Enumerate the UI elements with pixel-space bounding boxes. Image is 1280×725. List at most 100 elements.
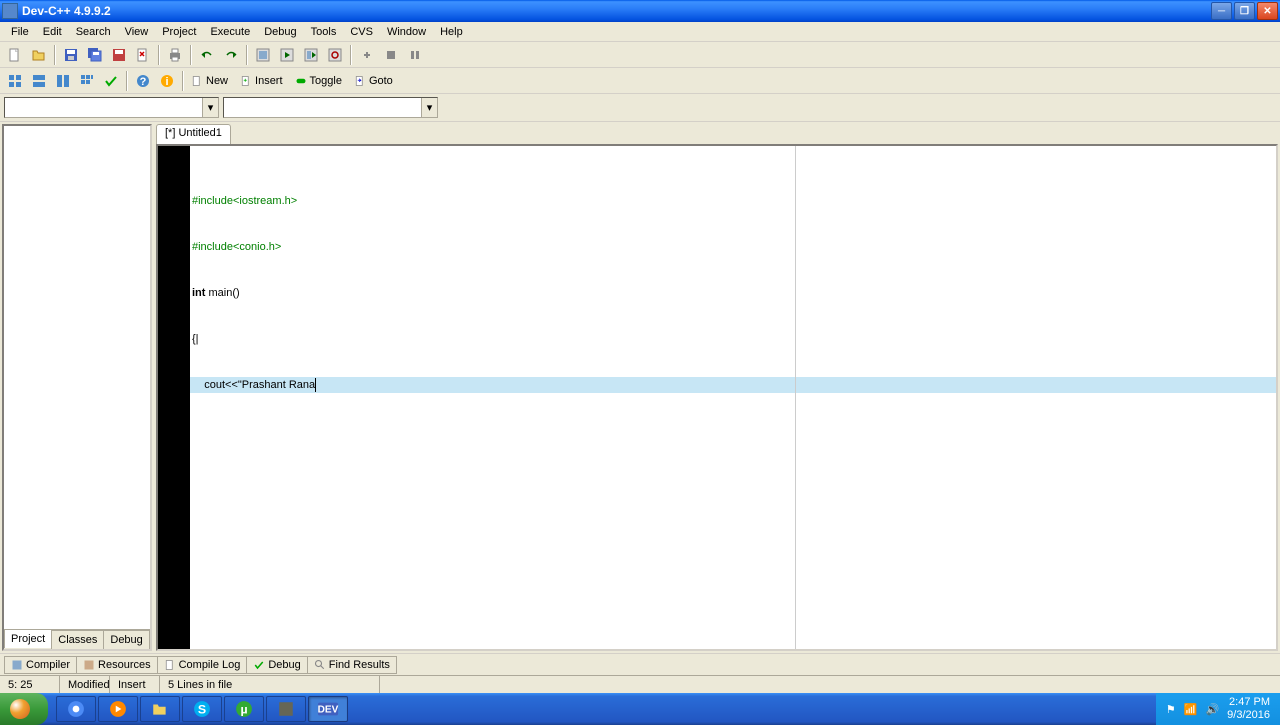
close-file-button[interactable] — [132, 44, 154, 66]
editor-panel: [*] Untitled1 #include<iostream.h> #incl… — [156, 124, 1278, 651]
app-icon — [2, 3, 18, 19]
code-main: main() — [205, 287, 239, 299]
task-explorer[interactable] — [140, 696, 180, 722]
svg-text:?: ? — [140, 76, 147, 88]
menu-cvs[interactable]: CVS — [343, 24, 380, 40]
task-devcpp[interactable]: DEV — [308, 696, 348, 722]
grid4-button[interactable] — [76, 70, 98, 92]
start-button[interactable] — [0, 693, 48, 725]
tab-resources[interactable]: Resources — [76, 656, 158, 674]
compile-button[interactable] — [252, 44, 274, 66]
menu-execute[interactable]: Execute — [203, 24, 257, 40]
maximize-button[interactable]: ❐ — [1234, 2, 1255, 20]
tab-compile-log[interactable]: Compile Log — [157, 656, 248, 674]
grid3-button[interactable] — [52, 70, 74, 92]
combo-class[interactable]: ▾ — [4, 97, 219, 118]
window-title: Dev-C++ 4.9.9.2 — [22, 4, 1211, 18]
tray-network-icon[interactable]: 📶 — [1184, 703, 1198, 716]
grid2-button[interactable] — [28, 70, 50, 92]
about-button[interactable]: i — [156, 70, 178, 92]
left-panel: Project Classes Debug — [2, 124, 152, 651]
tab-find-results[interactable]: Find Results — [307, 656, 397, 674]
tray-flag-icon[interactable]: ⚑ — [1166, 703, 1176, 716]
menu-file[interactable]: File — [4, 24, 36, 40]
menu-tools[interactable]: Tools — [304, 24, 344, 40]
save-project-button[interactable] — [108, 44, 130, 66]
windows-logo-icon — [10, 699, 30, 719]
editor-tab-untitled[interactable]: [*] Untitled1 — [156, 124, 231, 144]
systray: ⚑ 📶 🔊 2:47 PM 9/3/2016 — [1156, 693, 1280, 725]
tray-volume-icon[interactable]: 🔊 — [1205, 703, 1219, 716]
print-button[interactable] — [164, 44, 186, 66]
cursor-icon — [315, 378, 316, 392]
combo-class-input[interactable] — [5, 102, 202, 114]
code-include2: #include<conio.h> — [192, 241, 281, 253]
close-button[interactable]: ✕ — [1257, 2, 1278, 20]
redo-button[interactable] — [220, 44, 242, 66]
menu-help[interactable]: Help — [433, 24, 470, 40]
stop-button[interactable] — [380, 44, 402, 66]
debug-button[interactable] — [356, 44, 378, 66]
dropdown-icon[interactable]: ▾ — [202, 98, 218, 117]
combo-function[interactable]: ▾ — [223, 97, 438, 118]
tab-debug[interactable]: Debug — [103, 630, 149, 649]
insert-label: Insert — [255, 75, 283, 87]
toolbar-main — [0, 42, 1280, 68]
code-editor[interactable]: #include<iostream.h> #include<conio.h> i… — [190, 146, 1276, 649]
tab-project[interactable]: Project — [4, 629, 52, 648]
undo-button[interactable] — [196, 44, 218, 66]
status-modified: Modified — [60, 676, 110, 693]
check-button[interactable] — [100, 70, 122, 92]
save-button[interactable] — [60, 44, 82, 66]
toolbar-secondary: ? i New Insert Toggle Goto — [0, 68, 1280, 94]
menu-window[interactable]: Window — [380, 24, 433, 40]
tab-debug-bottom[interactable]: Debug — [246, 656, 307, 674]
code-include1: #include<iostream.h> — [192, 195, 297, 207]
menu-project[interactable]: Project — [155, 24, 203, 40]
code-cout: cout<< — [192, 379, 238, 391]
taskbar: S µ DEV ⚑ 📶 🔊 2:47 PM 9/3/2016 — [0, 693, 1280, 725]
save-all-button[interactable] — [84, 44, 106, 66]
compile-run-button[interactable] — [300, 44, 322, 66]
combo-function-input[interactable] — [224, 102, 421, 114]
help-button[interactable]: ? — [132, 70, 154, 92]
tab-compiler[interactable]: Compiler — [4, 656, 77, 674]
menu-edit[interactable]: Edit — [36, 24, 69, 40]
status-mode: Insert — [110, 676, 160, 693]
minimize-button[interactable]: ─ — [1211, 2, 1232, 20]
task-media[interactable] — [98, 696, 138, 722]
task-skype[interactable]: S — [182, 696, 222, 722]
new-labeled-button[interactable]: New — [188, 70, 235, 92]
right-margin-ruler — [795, 146, 796, 649]
status-lines: 5 Lines in file — [160, 676, 380, 693]
open-button[interactable] — [28, 44, 50, 66]
dropdown-icon[interactable]: ▾ — [421, 98, 437, 117]
combo-row: ▾ ▾ — [0, 94, 1280, 122]
titlebar: Dev-C++ 4.9.9.2 ─ ❐ ✕ — [0, 0, 1280, 22]
statusbar: 5: 25 Modified Insert 5 Lines in file — [0, 675, 1280, 693]
task-utorrent[interactable]: µ — [224, 696, 264, 722]
tray-clock[interactable]: 2:47 PM 9/3/2016 — [1227, 696, 1270, 722]
project-tree[interactable] — [4, 126, 150, 629]
toggle-label: Toggle — [310, 75, 342, 87]
code-brace: {| — [192, 333, 199, 345]
menu-search[interactable]: Search — [69, 24, 118, 40]
goto-labeled-button[interactable]: Goto — [351, 70, 400, 92]
step-button[interactable] — [404, 44, 426, 66]
task-app[interactable] — [266, 696, 306, 722]
task-chrome[interactable] — [56, 696, 96, 722]
code-kw-int: int — [192, 287, 205, 299]
grid1-button[interactable] — [4, 70, 26, 92]
bottom-tabs: Compiler Resources Compile Log Debug Fin… — [0, 653, 1280, 675]
run-button[interactable] — [276, 44, 298, 66]
tab-classes[interactable]: Classes — [51, 630, 104, 649]
svg-text:S: S — [198, 703, 206, 717]
code-string: "Prashant Rana — [238, 379, 315, 391]
insert-labeled-button[interactable]: Insert — [237, 70, 290, 92]
new-file-button[interactable] — [4, 44, 26, 66]
menu-debug[interactable]: Debug — [257, 24, 303, 40]
svg-text:µ: µ — [240, 703, 247, 717]
menu-view[interactable]: View — [118, 24, 156, 40]
toggle-labeled-button[interactable]: Toggle — [292, 70, 349, 92]
rebuild-button[interactable] — [324, 44, 346, 66]
